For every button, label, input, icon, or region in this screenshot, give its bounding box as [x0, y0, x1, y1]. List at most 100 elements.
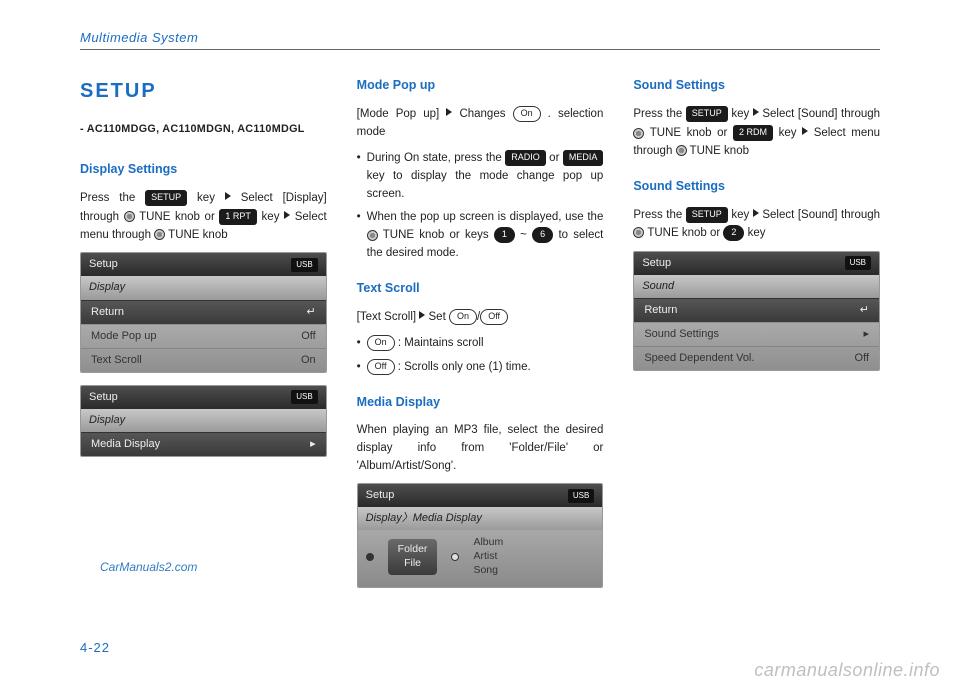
shot-title: Setup — [642, 255, 671, 272]
heading-text-scroll: Text Scroll — [357, 279, 604, 298]
menu-row-sound-settings: Sound Settings ▸ — [634, 322, 879, 346]
radio-selected-icon — [366, 553, 374, 561]
text-scroll-list: On : Maintains scroll Off : Scrolls only… — [357, 335, 604, 377]
text: Press the — [633, 108, 685, 120]
tune-knob-icon — [124, 211, 135, 222]
text: key — [262, 211, 285, 223]
text: File — [398, 557, 428, 571]
heading-display-settings: Display Settings — [80, 160, 327, 179]
text: Select [Sound] through — [762, 209, 880, 221]
text: TUNE knob or — [139, 211, 219, 223]
off-pill-icon: Off — [367, 359, 395, 375]
mode-popup-text: [Mode Pop up] Changes On . selection mod… — [357, 105, 604, 142]
album-artist-song-option: Album Artist Song — [473, 536, 503, 577]
arrow-right-icon — [446, 105, 452, 123]
text: Return — [644, 302, 677, 319]
shot-title: Setup — [89, 389, 118, 406]
sound-instructions-1: Press the SETUP key Select [Sound] throu… — [633, 105, 880, 160]
shot-title: Setup — [366, 487, 395, 504]
two-key-icon: 2 — [723, 225, 744, 241]
usb-badge-icon: USB — [845, 256, 871, 270]
one-key-icon: 1 — [494, 227, 515, 243]
arrow-right-icon — [753, 206, 759, 224]
text: TUNE knob or keys — [383, 229, 494, 241]
text: Sound Settings — [644, 326, 719, 343]
text: key — [748, 227, 766, 239]
text: Speed Dependent Vol. — [644, 350, 754, 367]
text: Album — [473, 536, 503, 550]
text: Media Display — [91, 436, 160, 453]
text: TUNE knob or — [650, 127, 733, 139]
text: TUNE knob — [168, 229, 227, 241]
tune-knob-icon — [154, 229, 165, 240]
screenshot-media-display-select: Setup USB Display〉Media Display Folder F… — [357, 483, 604, 588]
tune-knob-icon — [367, 230, 378, 241]
return-icon: ↵ — [860, 302, 869, 319]
text: key — [197, 192, 215, 204]
setup-key-icon: SETUP — [686, 207, 728, 223]
usb-badge-icon: USB — [291, 258, 317, 272]
screenshot-sound-menu: Setup USB Sound Return ↵ Sound Settings … — [633, 251, 880, 371]
text: key — [731, 108, 749, 120]
media-key-icon: MEDIA — [563, 150, 604, 166]
shot-subtitle: Sound — [634, 275, 879, 298]
text: key — [779, 127, 803, 139]
text: Mode Pop up — [91, 328, 156, 345]
page-number: 4-22 — [80, 640, 110, 655]
setup-key-icon: SETUP — [686, 106, 728, 122]
text: : Maintains scroll — [398, 337, 484, 349]
setup-key-icon: SETUP — [145, 190, 187, 206]
column-2: Mode Pop up [Mode Pop up] Changes On . s… — [357, 76, 604, 600]
radio-unselected-icon — [451, 553, 459, 561]
text: Press the — [633, 209, 685, 221]
media-display-text: When playing an MP3 file, select the des… — [357, 422, 604, 475]
column-1: SETUP - AC110MDGG, AC110MDGN, AC110MDGL … — [80, 76, 327, 600]
two-rdm-key-icon: 2 RDM — [733, 125, 773, 141]
watermark-carmanualsonline: carmanualsonline.info — [754, 660, 940, 681]
usb-badge-icon: USB — [291, 390, 317, 404]
value: On — [301, 352, 316, 369]
chevron-right-icon: ▸ — [310, 436, 316, 453]
model-list: - AC110MDGG, AC110MDGN, AC110MDGL — [80, 121, 327, 138]
text: [Mode Pop up] — [357, 108, 440, 120]
text: key — [731, 209, 749, 221]
menu-row-text-scroll: Text Scroll On — [81, 348, 326, 372]
text: Changes — [459, 108, 512, 120]
display-instructions: Press the SETUP key Select [Display] thr… — [80, 189, 327, 244]
menu-row-return: Return ↵ — [81, 300, 326, 324]
off-pill-icon: Off — [480, 309, 508, 325]
mode-popup-list: During On state, press the RADIO or MEDI… — [357, 150, 604, 263]
text: During On state, press the — [367, 152, 506, 164]
tune-knob-icon — [633, 128, 644, 139]
arrow-right-icon — [753, 105, 759, 123]
text: or — [549, 152, 563, 164]
list-item: When the pop up screen is displayed, use… — [357, 209, 604, 262]
list-item: On : Maintains scroll — [357, 335, 604, 353]
shot-title: Setup — [89, 256, 118, 273]
text: TUNE knob or — [647, 227, 723, 239]
one-rpt-key-icon: 1 RPT — [219, 209, 257, 225]
page-title: SETUP — [80, 76, 327, 107]
column-3: Sound Settings Press the SETUP key Selec… — [633, 76, 880, 600]
arrow-right-icon — [419, 308, 425, 326]
text: TUNE knob — [690, 145, 749, 157]
text: [Text Scroll] — [357, 311, 416, 323]
arrow-right-icon — [802, 124, 808, 142]
six-key-icon: 6 — [532, 227, 553, 243]
on-pill-icon: On — [449, 309, 477, 325]
value: Off — [301, 328, 315, 345]
text-scroll-intro: [Text Scroll] Set On/Off — [357, 308, 604, 327]
screenshot-media-display-menu: Setup USB Display Media Display ▸ — [80, 385, 327, 457]
text: Select [Sound] through — [762, 108, 880, 120]
folder-file-option: Folder File — [388, 539, 438, 574]
heading-sound-settings-1: Sound Settings — [633, 76, 880, 95]
menu-row-return: Return ↵ — [634, 298, 879, 322]
list-item: During On state, press the RADIO or MEDI… — [357, 150, 604, 203]
on-pill-icon: On — [367, 335, 395, 351]
usb-badge-icon: USB — [568, 489, 594, 503]
text: Artist — [473, 550, 503, 564]
screenshot-display-menu: Setup USB Display Return ↵ Mode Pop up O… — [80, 252, 327, 372]
menu-row-media-display: Media Display ▸ — [81, 432, 326, 456]
shot-subtitle: Display — [81, 276, 326, 299]
list-item: Off : Scrolls only one (1) time. — [357, 359, 604, 377]
